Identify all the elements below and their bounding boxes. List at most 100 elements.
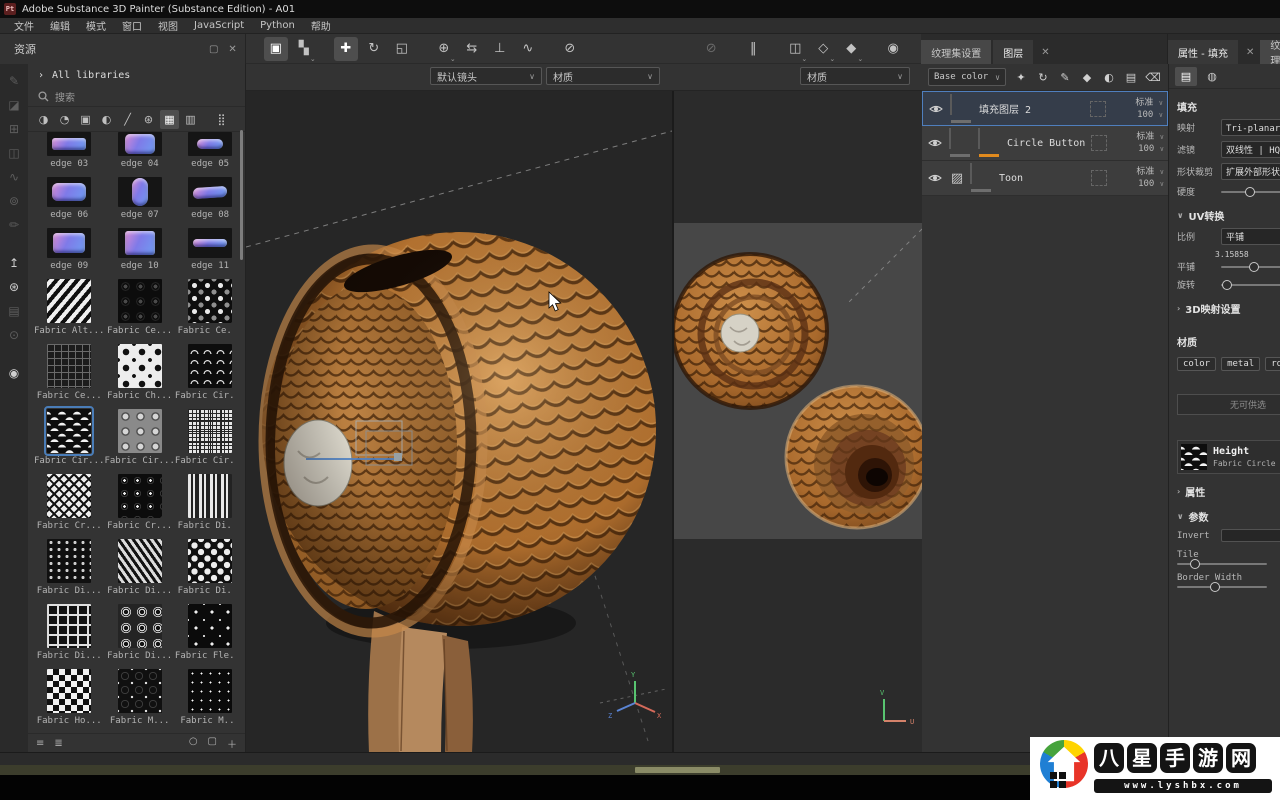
manipulator-warp-icon[interactable]: ▚⌄ (292, 37, 316, 61)
asset-thumbnail[interactable] (47, 474, 91, 518)
asset-thumbnail[interactable] (47, 539, 91, 583)
camera-dropdown[interactable]: 默认镜头∨ (430, 67, 542, 85)
polygon-fill-tool-icon[interactable]: ◫ (3, 142, 25, 164)
send-to-icon[interactable]: ⊛ (3, 276, 25, 298)
tab-properties-fill[interactable]: 属性 - 填充 (1168, 40, 1238, 64)
split-view-icon[interactable]: ◫⌄ (783, 37, 807, 61)
projection-tool-icon[interactable]: ⊞ (3, 118, 25, 140)
assets-scrollbar[interactable] (240, 130, 243, 260)
asset-thumbnail[interactable] (188, 228, 232, 258)
filter-particles-icon[interactable]: ⊛ (139, 110, 158, 129)
new-shelf-folder-icon[interactable]: ▢ (208, 736, 217, 751)
attributes-header[interactable]: ›属性 (1177, 484, 1280, 499)
search-bar[interactable]: 搜索 (28, 86, 245, 107)
layer-row-circle-button-steps[interactable]: Circle Button Steps 标准 ∨ 100 ∨ (922, 126, 1168, 161)
shape-crop-dropdown[interactable]: 扩展外部形状 (1221, 163, 1280, 180)
move-tool-icon[interactable]: ✚⌄ (334, 37, 358, 61)
parameters-header[interactable]: ∨参数 (1177, 509, 1280, 524)
tab-texture-partial[interactable]: 纹理 (1260, 40, 1280, 64)
add-group-icon[interactable]: ▤ (1122, 68, 1140, 86)
filter-smart-materials-icon[interactable]: ▣ (76, 110, 95, 129)
visibility-icon[interactable] (926, 138, 944, 148)
shading-dropdown[interactable]: 材质∨ (546, 67, 660, 85)
filter-materials-icon[interactable]: ◔ (55, 110, 74, 129)
layer-thumbnail[interactable] (950, 94, 952, 115)
menu-window[interactable]: 窗口 (114, 18, 150, 33)
asset-thumbnail[interactable] (47, 177, 91, 207)
menu-mode[interactable]: 模式 (78, 18, 114, 33)
asset-thumbnail[interactable] (47, 409, 91, 453)
properties-tab-icon[interactable]: ▤ (1175, 67, 1197, 86)
asset-thumbnail[interactable] (188, 177, 232, 207)
tab-texture-set-settings[interactable]: 纹理集设置 (921, 40, 991, 64)
resources-updater-icon[interactable]: ◉ (3, 362, 25, 384)
asset-thumbnail[interactable] (118, 539, 162, 583)
manipulator-crop-icon[interactable]: ▣⌄ (264, 37, 288, 61)
border-width-slider[interactable] (1177, 586, 1267, 588)
viewport-3d-canvas[interactable]: Y X Z (246, 91, 674, 752)
asset-thumbnail[interactable] (188, 132, 232, 156)
channel-dropdown[interactable]: Base color∨ (928, 68, 1006, 86)
display-settings-icon[interactable]: ▤ (3, 300, 25, 322)
projection-settings-header[interactable]: ›3D映射设置 (1177, 301, 1280, 316)
channel-chip-metal[interactable]: metal (1221, 357, 1260, 371)
asset-thumbnail[interactable] (188, 279, 232, 323)
layer-row-fill-layer-2[interactable]: 填充图层 2 标准 ∨ 100 ∨ (922, 91, 1168, 126)
channel-chip-color[interactable]: color (1177, 357, 1216, 371)
library-breadcrumb[interactable]: › All libraries (28, 64, 245, 86)
menu-javascript[interactable]: JavaScript (186, 20, 252, 31)
close-panel-icon[interactable]: ✕ (228, 44, 236, 55)
invert-control[interactable] (1221, 529, 1280, 542)
asset-thumbnail[interactable] (188, 539, 232, 583)
filter-all-icon[interactable]: ◑ (34, 110, 53, 129)
mapping-dropdown[interactable]: Tri-planar三平面 (1221, 119, 1280, 136)
filter-textures-icon[interactable]: ▥ (181, 110, 200, 129)
layer-thumbnail[interactable] (970, 163, 972, 184)
material-ball-tab-icon[interactable]: ◍ (1201, 67, 1223, 86)
asset-thumbnail[interactable] (188, 344, 232, 388)
asset-thumbnail[interactable] (118, 604, 162, 648)
mask-placeholder-icon[interactable] (1090, 101, 1106, 117)
camera-view-icon[interactable]: ◆⌄ (839, 37, 863, 61)
asset-thumbnail[interactable] (118, 474, 162, 518)
mask-placeholder-icon[interactable] (1091, 170, 1107, 186)
menu-file[interactable]: 文件 (6, 18, 42, 33)
uv-scale-dropdown[interactable]: 平铺 (1221, 228, 1280, 245)
menu-edit[interactable]: 编辑 (42, 18, 78, 33)
magic-wand-icon[interactable]: ✦ (1012, 68, 1030, 86)
list-view-icon[interactable]: ≡ (36, 738, 44, 749)
asset-thumbnail[interactable] (47, 228, 91, 258)
lazy-mouse-icon[interactable]: ∿⌄ (516, 37, 540, 61)
uv-rotate-slider[interactable] (1221, 284, 1280, 286)
pause-engine-icon[interactable]: ‖⌄ (741, 37, 765, 61)
layer-blend-opacity[interactable]: 标准 ∨ 100 ∨ (1111, 97, 1163, 121)
visibility-toggle-icon[interactable]: ⊘⌄ (699, 37, 723, 61)
asset-thumbnail[interactable] (118, 669, 162, 713)
add-effect-icon[interactable]: ↻ (1034, 68, 1052, 86)
uv-transform-header[interactable]: ∨UV转换 (1177, 208, 1280, 223)
filter-grid-view-icon[interactable]: ⣿ (212, 110, 231, 129)
asset-thumbnail[interactable] (188, 409, 232, 453)
height-resource-slot[interactable]: Height Fabric Circle H (1177, 440, 1280, 474)
filter-procedurals-icon[interactable]: ▦ (160, 110, 179, 129)
asset-thumbnail[interactable] (47, 344, 91, 388)
shading2-dropdown[interactable]: 材质∨ (800, 67, 910, 85)
asset-thumbnail[interactable] (47, 669, 91, 713)
hardness-slider[interactable] (1221, 191, 1280, 193)
shader-settings-icon[interactable]: ⊙ (3, 324, 25, 346)
tab-layers[interactable]: 图层 (993, 40, 1033, 64)
viewport-2d-canvas[interactable]: V U (674, 91, 922, 752)
details-view-icon[interactable]: ≣ (54, 738, 62, 749)
eraser-tool-icon[interactable]: ◪ (3, 94, 25, 116)
projection-mode-icon[interactable]: ⊕⌄ (432, 37, 456, 61)
visibility-icon[interactable] (926, 173, 944, 183)
layer-blend-opacity[interactable]: 标准 ∨ 100 ∨ (1112, 131, 1164, 155)
snap-off-icon[interactable]: ⊘⌄ (558, 37, 582, 61)
menu-help[interactable]: 帮助 (303, 18, 339, 33)
delete-layer-icon[interactable]: ⌫ (1144, 68, 1162, 86)
add-fill-layer-icon[interactable]: ◆ (1078, 68, 1096, 86)
export-textures-icon[interactable]: ↥ (3, 252, 25, 274)
layer-mask-thumbnail[interactable] (978, 128, 980, 149)
screenshot-icon[interactable]: ◉⌄ (881, 37, 905, 61)
add-paint-layer-icon[interactable]: ✎ (1056, 68, 1074, 86)
